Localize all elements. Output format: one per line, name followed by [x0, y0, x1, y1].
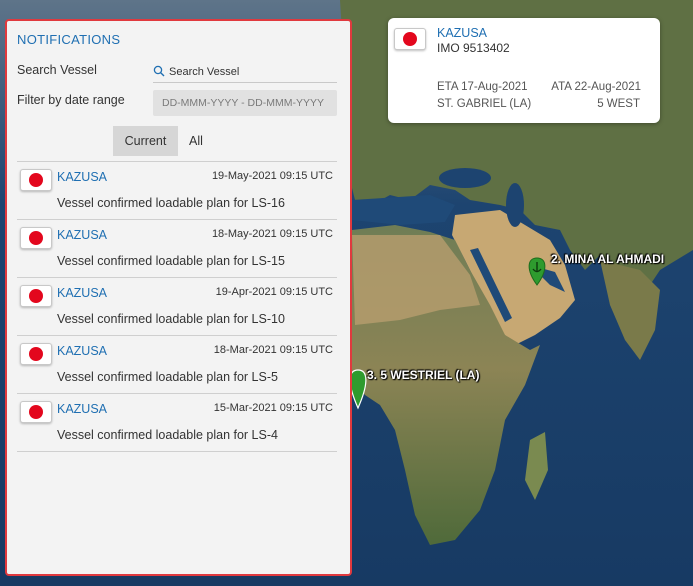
notification-message: Vessel confirmed loadable plan for LS-4 [57, 428, 278, 442]
notifications-panel: NOTIFICATIONS Search Vessel Filter by da… [5, 19, 352, 576]
vessel-name-link[interactable]: KAZUSA [57, 402, 107, 416]
black-sea [439, 168, 491, 188]
vessel-eta: ETA 17-Aug-2021 [437, 81, 528, 93]
tab-current[interactable]: Current [113, 126, 178, 156]
caspian-sea [506, 183, 524, 227]
notification-item[interactable]: KAZUSA 19-May-2021 09:15 UTC Vessel conf… [17, 162, 337, 220]
map-pin-label[interactable]: 2. MINA AL AHMADI [551, 252, 664, 266]
notification-message: Vessel confirmed loadable plan for LS-10 [57, 312, 285, 326]
japan-flag-icon [20, 227, 52, 249]
map-pin-label[interactable]: 3. 5 WESTRIEL (LA) [367, 368, 479, 382]
japan-flag-icon [20, 401, 52, 423]
divider [17, 451, 337, 452]
notification-item[interactable]: KAZUSA 19-Apr-2021 09:15 UTC Vessel conf… [17, 278, 337, 336]
notification-message: Vessel confirmed loadable plan for LS-5 [57, 370, 278, 384]
date-range-label: Filter by date range [17, 93, 125, 107]
notification-timestamp: 15-Mar-2021 09:15 UTC [213, 402, 333, 414]
notification-item[interactable]: KAZUSA 18-May-2021 09:15 UTC Vessel conf… [17, 220, 337, 278]
mediterranean-sea [352, 195, 455, 225]
vessel-name-link[interactable]: KAZUSA [57, 170, 107, 184]
date-range-input[interactable] [153, 90, 337, 116]
search-vessel-input[interactable] [169, 64, 334, 80]
search-vessel-field[interactable] [153, 62, 337, 83]
vessel-imo: IMO 9513402 [437, 41, 510, 55]
vessel-direction: 5 WEST [597, 98, 640, 110]
notification-timestamp: 19-Apr-2021 09:15 UTC [215, 286, 333, 298]
tab-all[interactable]: All [179, 126, 213, 156]
notification-message: Vessel confirmed loadable plan for LS-16 [57, 196, 285, 210]
vessel-ata: ATA 22-Aug-2021 [551, 81, 641, 93]
vessel-name-link[interactable]: KAZUSA [57, 228, 107, 242]
japan-flag-icon [394, 28, 426, 50]
vessel-name-link[interactable]: KAZUSA [57, 286, 107, 300]
vessel-name-link[interactable]: KAZUSA [57, 344, 107, 358]
notification-timestamp: 18-May-2021 09:15 UTC [211, 228, 333, 240]
japan-flag-icon [20, 169, 52, 191]
notification-item[interactable]: KAZUSA 15-Mar-2021 09:15 UTC Vessel conf… [17, 394, 337, 452]
panel-title: NOTIFICATIONS [17, 32, 121, 47]
notification-timestamp: 19-May-2021 09:15 UTC [211, 170, 333, 182]
search-vessel-label: Search Vessel [17, 63, 97, 77]
vessel-port: ST. GABRIEL (LA) [437, 98, 532, 110]
notification-timestamp: 18-Mar-2021 09:15 UTC [213, 344, 333, 356]
vessel-info-card: KAZUSA IMO 9513402 ETA 17-Aug-2021 ATA 2… [388, 18, 660, 123]
japan-flag-icon [20, 285, 52, 307]
japan-flag-icon [20, 343, 52, 365]
search-icon [153, 65, 165, 77]
vessel-name-link[interactable]: KAZUSA [437, 26, 487, 40]
notification-message: Vessel confirmed loadable plan for LS-15 [57, 254, 285, 268]
notification-item[interactable]: KAZUSA 18-Mar-2021 09:15 UTC Vessel conf… [17, 336, 337, 394]
